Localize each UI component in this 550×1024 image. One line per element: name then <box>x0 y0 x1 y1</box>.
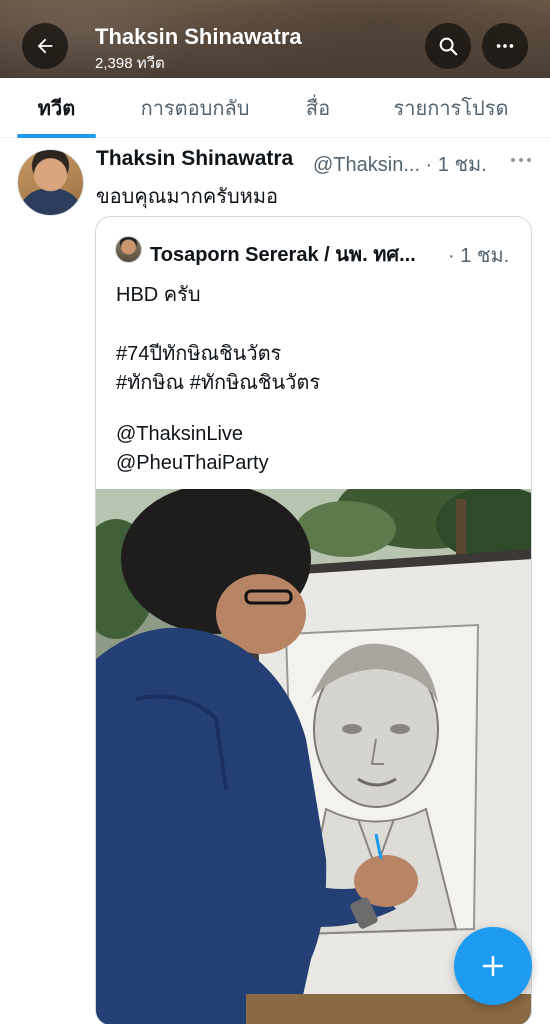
profile-tabs: ทวีต การตอบกลับ สื่อ รายการโปรด <box>0 78 550 138</box>
tab-replies[interactable]: การตอบกลับ <box>125 78 265 138</box>
tweet-author-name[interactable]: Thaksin Shinawatra <box>96 147 293 171</box>
plus-icon <box>483 956 503 976</box>
quoted-author-name: Tosaporn Sererak / นพ. ทศ... <box>150 244 416 266</box>
active-tab-indicator <box>17 134 96 138</box>
arrow-left-icon <box>37 38 53 54</box>
quoted-hashtag-line[interactable]: #74ปีทักษิณชินวัตร <box>116 337 281 369</box>
quoted-mention-line[interactable]: @ThaksinLive <box>116 423 243 446</box>
search-icon <box>439 37 458 56</box>
quoted-text-line: HBD ครับ <box>116 284 201 306</box>
quoted-tweet-card[interactable]: Tosaporn Sererak / นพ. ทศ... · 1 ชม. HBD… <box>95 216 532 1024</box>
quoted-time: · 1 ชม. <box>448 245 510 267</box>
tab-media[interactable]: สื่อ <box>290 78 346 138</box>
tweet-more-button[interactable] <box>508 150 534 170</box>
more-button[interactable] <box>482 23 528 69</box>
avatar[interactable] <box>17 149 84 216</box>
more-horizontal-icon <box>496 44 514 48</box>
quoted-hashtag-line[interactable]: #ทักษิณ #ทักษิณชินวัตร <box>116 366 320 398</box>
tab-tweets[interactable]: ทวีต <box>17 78 96 138</box>
profile-header: Thaksin Shinawatra 2,398 ทวีต <box>0 0 550 78</box>
quoted-mention-line[interactable]: @PheuThaiParty <box>116 452 269 475</box>
tweet-text: ขอบคุณมากครับหมอ <box>96 186 279 208</box>
tab-likes[interactable]: รายการโปรด <box>380 78 522 138</box>
tweet-author-handle: @Thaksin... · 1 ชม. <box>313 154 487 176</box>
tweet-count: 2,398 ทวีต <box>95 55 165 72</box>
quoted-avatar <box>115 236 142 263</box>
back-button[interactable] <box>22 23 68 69</box>
profile-name: Thaksin Shinawatra <box>95 24 302 49</box>
more-horizontal-icon <box>511 158 531 162</box>
compose-tweet-button[interactable] <box>454 927 532 1005</box>
search-button[interactable] <box>425 23 471 69</box>
